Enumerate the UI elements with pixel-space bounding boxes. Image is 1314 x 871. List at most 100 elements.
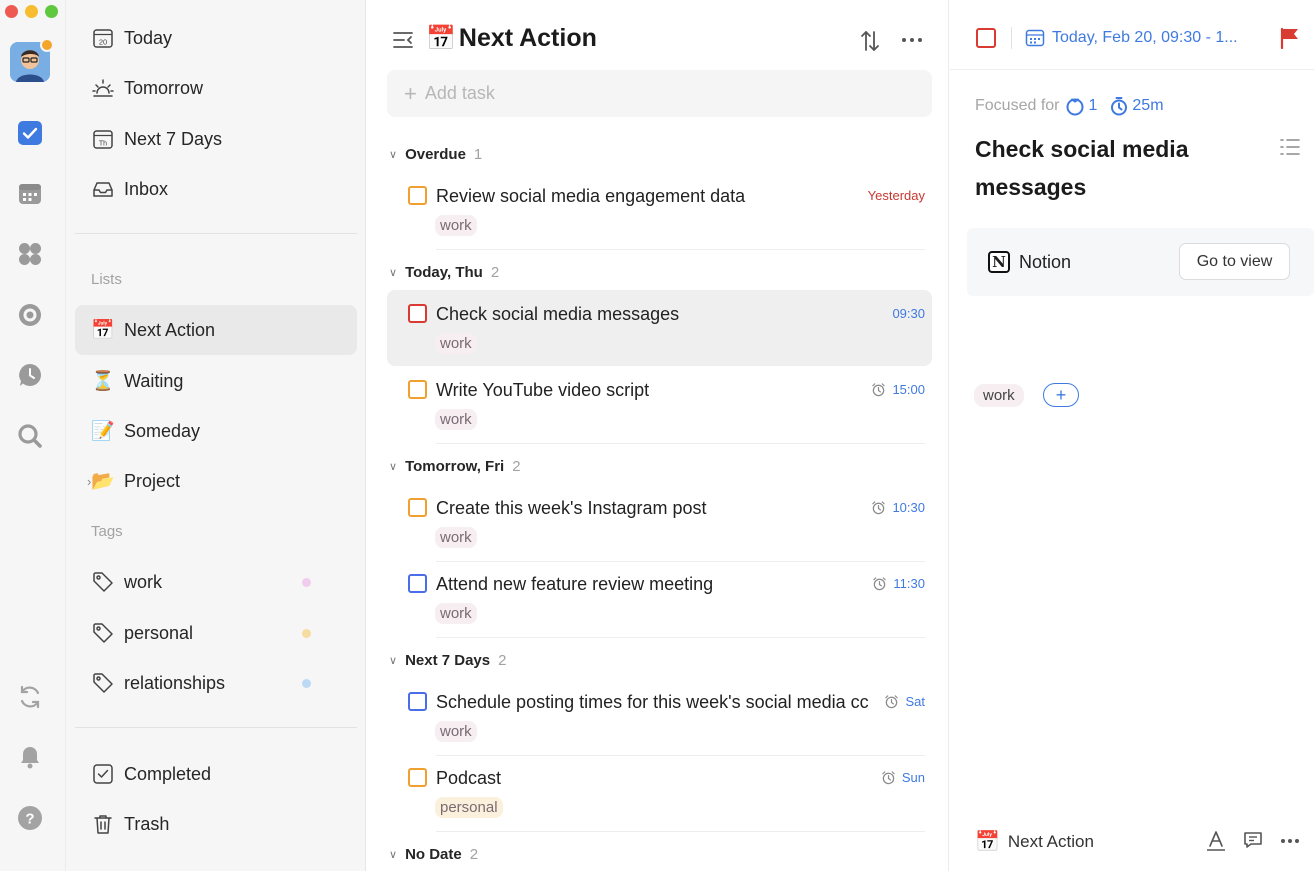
sidebar-item-label: work [124,571,163,592]
task-row[interactable]: Review social media engagement data work… [387,172,932,250]
task-title: Check social media messages [436,304,680,324]
help-icon[interactable]: ? [17,805,43,831]
sidebar-item-today[interactable]: 20 Today [75,13,357,63]
task-due-text: 10:30 [892,500,925,515]
sort-icon[interactable] [860,30,880,52]
task-title: Review social media engagement data [436,186,746,206]
focus-icon[interactable] [17,302,43,328]
row-divider [436,443,925,444]
task-tag[interactable]: personal [435,797,503,818]
calendar-emoji-icon: 📅 [426,25,456,52]
task-row[interactable]: Write YouTube video script work 15:00 [387,366,932,444]
task-due: 09:30 [892,306,925,321]
chevron-down-icon: ∨ [389,149,398,161]
detail-task-title[interactable]: Check social media messages [975,130,1245,206]
sidebar-item-waiting[interactable]: ⏳ Waiting [75,356,357,406]
tag-color-dot [302,577,311,587]
search-icon[interactable] [17,423,43,449]
minimize-window-button[interactable] [25,5,38,18]
task-checkbox[interactable] [408,692,427,711]
sidebar-item-completed[interactable]: Completed [75,749,357,799]
task-row[interactable]: Attend new feature review meeting work 1… [387,560,932,638]
task-tag[interactable]: work [435,721,477,742]
sidebar-item-next-action[interactable]: 📅 Next Action [75,305,357,355]
detail-task-checkbox[interactable] [976,28,996,48]
stopwatch-icon [1111,97,1128,116]
task-row[interactable]: Create this week's Instagram post work 1… [387,484,932,562]
sidebar-item-label: Waiting [124,370,184,391]
trash-icon [91,812,115,836]
avatar[interactable] [10,38,54,82]
sidebar-item-tag-personal[interactable]: personal [75,608,357,658]
alarm-icon [873,577,887,591]
sync-icon[interactable] [17,684,43,710]
sidebar-item-tag-relationships[interactable]: relationships [75,658,357,708]
more-icon[interactable] [901,37,923,43]
task-list-panel: 📅 Next Action + Add task ∨ Overdue 1 Rev… [367,0,949,871]
group-header-overdue[interactable]: ∨ Overdue 1 [389,146,482,163]
svg-text:?: ? [25,811,34,828]
detail-list-selector[interactable]: 📅 Next Action [975,829,1094,854]
grid-icon[interactable] [17,241,43,267]
task-tag[interactable]: work [435,409,477,430]
tag-icon [91,570,115,594]
task-tag[interactable]: work [435,527,477,548]
page-title-text: Next Action [458,24,597,52]
group-header-no-date[interactable]: ∨ No Date 2 [389,846,478,863]
task-row[interactable]: Schedule posting times for this week's s… [387,678,932,756]
text-format-icon[interactable] [1206,830,1226,852]
sidebar-item-tomorrow[interactable]: Tomorrow [75,63,357,113]
add-task-input[interactable]: + Add task [387,70,932,117]
plus-icon: + [404,80,417,106]
premium-crown-icon [40,38,54,52]
close-window-button[interactable] [5,5,18,18]
zoom-window-button[interactable] [45,5,58,18]
task-row[interactable]: Podcast personal Sun [387,754,932,832]
focus-duration: 25m [1109,96,1164,116]
chevron-down-icon: ∨ [389,461,398,473]
task-checkbox[interactable] [408,574,427,593]
task-checkbox[interactable] [408,186,427,205]
group-header-tomorrow[interactable]: ∨ Tomorrow, Fri 2 [389,458,521,475]
task-title: Attend new feature review meeting [436,574,714,594]
row-divider [436,831,925,832]
comment-icon[interactable] [1243,830,1263,850]
focus-summary: Focused for 1 25m [975,96,1164,116]
add-tag-button[interactable]: + [1043,383,1079,407]
task-checkbox[interactable] [408,768,427,787]
clock-icon[interactable] [17,362,43,388]
sidebar-item-tag-work[interactable]: work [75,557,357,607]
group-header-today[interactable]: ∨ Today, Thu 2 [389,264,499,281]
sidebar-item-someday[interactable]: 📝 Someday [75,406,357,456]
chevron-right-icon[interactable]: › [87,474,91,489]
sidebar-item-next-7-days[interactable]: Th Next 7 Days [75,114,357,164]
task-tag[interactable]: work [435,215,477,236]
group-header-next-7-days[interactable]: ∨ Next 7 Days 2 [389,652,506,669]
sidebar-item-project[interactable]: › 📂 Project [75,456,357,506]
group-count: 2 [512,458,521,475]
task-checkbox[interactable] [408,380,427,399]
task-tag[interactable]: work [435,333,477,354]
go-to-view-button[interactable]: Go to view [1179,243,1290,280]
sidebar-item-inbox[interactable]: Inbox [75,164,357,214]
calendar-icon[interactable] [17,181,43,207]
tag-icon [91,621,115,645]
checkbox-icon[interactable] [17,120,43,146]
pomo-count-text: 1 [1088,97,1098,114]
task-tag[interactable]: work [435,603,477,624]
sidebar-item-trash[interactable]: Trash [75,799,357,849]
detail-tag[interactable]: work [974,384,1024,407]
bell-icon[interactable] [17,744,43,770]
due-date-button[interactable]: Today, Feb 20, 09:30 - 1... [1025,28,1238,48]
checklist-toggle-icon[interactable] [1280,138,1300,156]
pomodoro-icon [1066,98,1084,116]
pomo-count: 1 [1065,96,1097,116]
task-checkbox[interactable] [408,304,427,323]
sidebar-item-label: Project [124,470,181,491]
task-row-selected[interactable]: Check social media messages work 09:30 [387,290,932,366]
priority-flag-icon[interactable] [1280,27,1300,49]
group-count: 2 [490,264,500,281]
collapse-sidebar-icon[interactable] [392,30,414,50]
task-checkbox[interactable] [408,498,427,517]
more-icon[interactable] [1280,838,1300,844]
